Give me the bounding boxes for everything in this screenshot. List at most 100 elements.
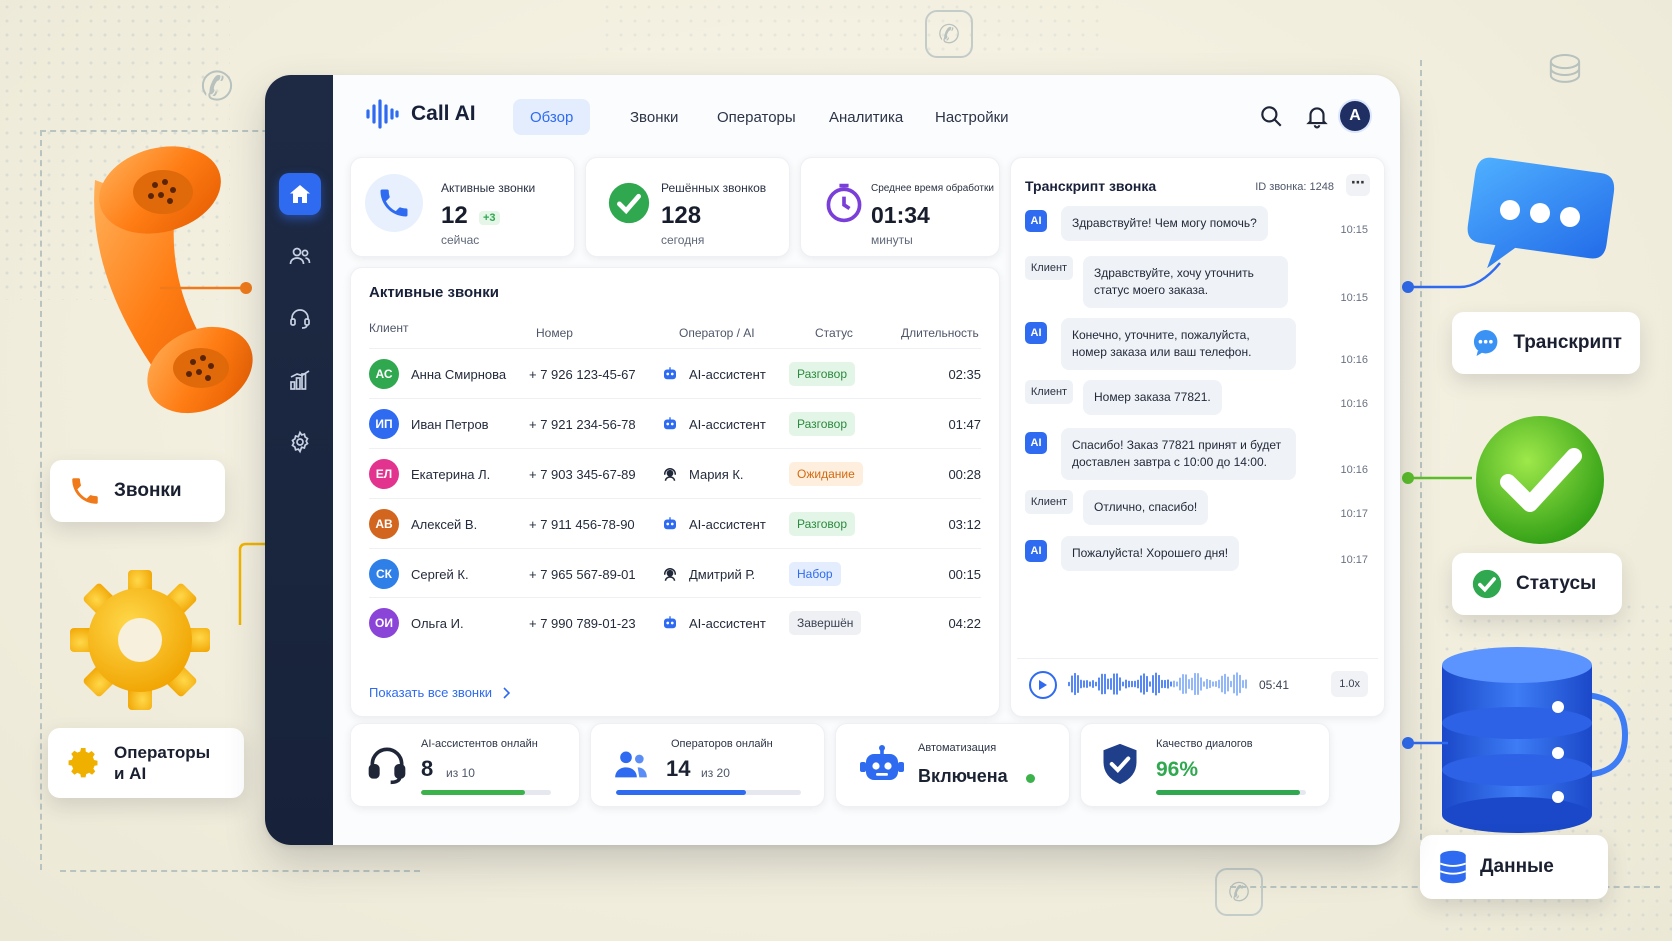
sidebar-item-settings[interactable] — [279, 421, 321, 463]
status-cell: Разговор — [789, 399, 856, 449]
table-row[interactable]: АВ Алексей В. + 7 911 456-78-90 AI-ассистен… — [369, 498, 981, 548]
card-label: AI-ассистентов онлайн — [421, 738, 538, 750]
status-badge: Завершён — [789, 611, 862, 635]
stat-sub: минуты — [871, 233, 913, 247]
client-cell: АВ — [369, 499, 399, 549]
tab-analytics[interactable]: Аналитика — [812, 99, 920, 135]
background-phone-ring-icon: ✆ — [200, 65, 234, 109]
sidebar — [265, 75, 333, 845]
background-database-icon: ⛁ — [1548, 48, 1582, 92]
client-name: Ольга И. — [411, 615, 464, 631]
message-time: 10:17 — [1340, 508, 1368, 520]
avatar[interactable]: A — [1340, 101, 1370, 131]
operator-name: AI-ассистент — [689, 516, 766, 532]
card-of: из 20 — [701, 766, 730, 780]
column-header: Длительность — [901, 326, 979, 340]
message-bubble: Спасибо! Заказ 77821 принят и будет дост… — [1061, 428, 1296, 480]
users-icon — [289, 247, 311, 265]
stat-label: Решённых звонков — [661, 181, 767, 195]
more-options-icon[interactable]: ⋯ — [1346, 174, 1370, 196]
avatar: ЕЛ — [369, 459, 399, 489]
connector-line — [160, 282, 252, 294]
check-circle-icon — [1472, 569, 1502, 599]
card-value: 96% — [1156, 758, 1199, 781]
label-calls-text: Звонки — [114, 480, 182, 501]
speed-button[interactable]: 1.0x — [1331, 671, 1368, 697]
sidebar-item-home[interactable] — [279, 173, 321, 215]
show-all-label: Показать все звонки — [369, 685, 493, 700]
status-cell: Завершён — [789, 598, 862, 648]
table-row[interactable]: АС Анна Смирнова + 7 926 123-45-67 AI-ассис… — [369, 348, 981, 398]
operator-name: Мария К. — [689, 466, 744, 482]
stat-label: Активные звонки — [441, 181, 536, 195]
client-role-badge: Клиент — [1025, 380, 1073, 404]
status-dot — [1026, 774, 1035, 783]
ai-role-badge: AI — [1025, 322, 1047, 344]
operator-name: AI-ассистент — [689, 416, 766, 432]
shield-check-icon — [1103, 743, 1137, 785]
table-row[interactable]: ИП Иван Петров + 7 921 234-56-78 AI-ассисте… — [369, 398, 981, 448]
operator-name: Дмитрий Р. — [689, 566, 756, 582]
ai-role-badge: AI — [1025, 210, 1047, 232]
phone-number: + 7 926 123-45-67 — [529, 366, 636, 382]
stat-value: 128 — [661, 202, 702, 229]
sidebar-item-analytics[interactable] — [279, 359, 321, 401]
operator-cell: AI-ассистент — [661, 598, 766, 648]
tab-settings[interactable]: Настройки — [918, 99, 1026, 135]
search-icon[interactable] — [1258, 103, 1284, 129]
client-name: Анна Смирнова — [411, 366, 507, 382]
table-row[interactable]: ЕЛ Екатерина Л. + 7 903 345-67-89 Мария К. О… — [369, 448, 981, 498]
column-header: Оператор / AI — [679, 326, 755, 340]
message-time: 10:15 — [1340, 224, 1368, 236]
message-time: 10:16 — [1340, 398, 1368, 410]
tab-calls[interactable]: Звонки — [613, 99, 695, 135]
client-cell: ИП — [369, 399, 399, 449]
status-cell: Ожидание — [789, 449, 863, 499]
sidebar-item-users[interactable] — [279, 235, 321, 277]
tab-overview[interactable]: Обзор — [513, 99, 591, 135]
message-bubble: Конечно, уточните, пожалуйста, номер зак… — [1061, 318, 1296, 370]
client-name: Алексей В. — [411, 516, 478, 532]
phone-number: + 7 965 567-89-01 — [529, 566, 636, 582]
duration: 00:28 — [948, 466, 981, 482]
client-role-badge: Клиент — [1025, 256, 1073, 280]
status-badge: Разговор — [789, 512, 856, 536]
status-badge: Разговор — [789, 362, 856, 386]
message-bubble: Пожалуйста! Хорошего дня! — [1061, 536, 1240, 571]
play-icon — [1039, 680, 1047, 690]
topbar: Call AI Обзор Звонки Операторы Аналитика… — [333, 75, 1400, 155]
gear-icon — [68, 748, 98, 778]
client-cell: СК — [369, 549, 399, 599]
stat-card-avg-time: Среднее время обработки 01:34 минуты — [800, 157, 1000, 257]
audio-player: 05:41 1.0x — [1017, 658, 1378, 708]
phone-number: + 7 911 456-78-90 — [529, 516, 635, 532]
background-dots-top — [600, 0, 1100, 60]
avatar: АВ — [369, 509, 399, 539]
sidebar-item-support[interactable] — [279, 297, 321, 339]
ai-online-progress — [421, 790, 551, 795]
status-badge: Набор — [789, 562, 841, 586]
label-operators: Операторы и AI — [48, 728, 244, 798]
tab-operators[interactable]: Операторы — [700, 99, 813, 135]
phone-number: + 7 921 234-56-78 — [529, 416, 636, 432]
table-row[interactable]: СК Сергей К. + 7 965 567-89-01 Дмитрий Р. На… — [369, 548, 981, 598]
stat-value: 01:34 — [871, 202, 930, 228]
card-label: Качество диалогов — [1156, 738, 1253, 750]
message-bubble: Здравствуйте! Чем могу помочь? — [1061, 206, 1268, 241]
table-row[interactable]: ОИ Ольга И. + 7 990 789-01-23 AI-ассистент З… — [369, 597, 981, 647]
audio-duration: 05:41 — [1259, 678, 1290, 692]
play-button[interactable] — [1029, 671, 1057, 699]
bell-icon[interactable] — [1304, 103, 1330, 129]
client-name: Иван Петров — [411, 416, 489, 432]
card-ai-online: AI-ассистентов онлайн 8 из 10 — [350, 723, 580, 807]
gear-illustration — [70, 570, 210, 710]
phone-icon — [72, 478, 98, 504]
label-data: Данные — [1420, 835, 1608, 899]
card-of: из 10 — [446, 766, 475, 780]
audio-waveform[interactable] — [1067, 671, 1247, 697]
status-cell: Разговор — [789, 349, 856, 399]
column-header: Статус — [815, 326, 853, 340]
transcript-panel: Транскрипт звонка ID звонка: 1248 ⋯ AI Зд… — [1010, 157, 1385, 717]
app-logo[interactable]: Call AI — [365, 99, 476, 129]
show-all-calls-link[interactable]: Показать все звонки — [369, 685, 512, 700]
